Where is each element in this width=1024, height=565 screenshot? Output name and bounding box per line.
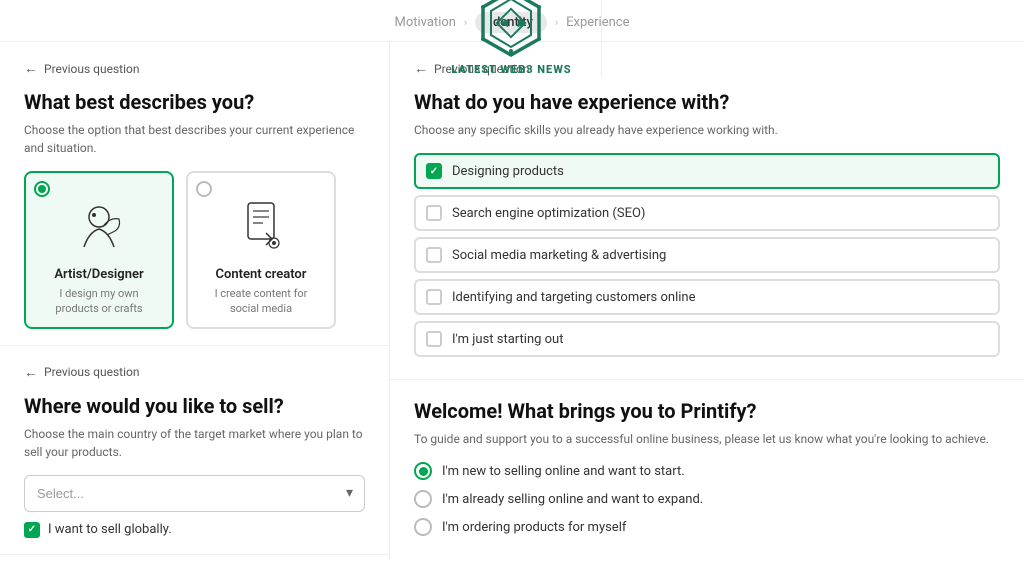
brings-option-new[interactable]: I'm new to selling online and want to st… <box>414 462 1000 480</box>
experience-checkbox-starting <box>426 331 442 347</box>
experience-label-starting: I'm just starting out <box>452 332 563 347</box>
logo-area: ◄ ► LATEST WEB3 NEWS <box>422 0 602 76</box>
brings-label-expand: I'm already selling online and want to e… <box>442 492 703 507</box>
option-card-artist[interactable]: Artist/Designer I design my own products… <box>24 171 174 329</box>
artist-desc: I design my own products or crafts <box>38 286 160 317</box>
sell-globally-checkbox[interactable] <box>24 522 40 538</box>
sell-subtitle: Choose the main country of the target ma… <box>24 425 365 461</box>
svg-text:◄: ◄ <box>497 15 511 31</box>
country-select[interactable]: Select... <box>24 475 365 512</box>
describe-options: Artist/Designer I design my own products… <box>24 171 365 329</box>
prev-question-describe-label: Previous question <box>44 62 139 76</box>
content-desc: I create content for social media <box>200 286 322 317</box>
content-title: Content creator <box>200 267 322 282</box>
radio-artist <box>34 181 50 197</box>
breadcrumb-nav: Motivation › Identity › Experience ◄ ► <box>0 0 1024 42</box>
option-card-content[interactable]: Content creator I create content for soc… <box>186 171 336 329</box>
brings-label-myself: I'm ordering products for myself <box>442 520 626 535</box>
radio-content <box>196 181 212 197</box>
sell-section: ← Previous question Where would you like… <box>0 346 389 555</box>
experience-label-designing: Designing products <box>452 164 564 179</box>
brings-radio-new <box>414 462 432 480</box>
describe-section: ← Previous question What best describes … <box>0 42 389 346</box>
brings-section: Welcome! What brings you to Printify? To… <box>390 380 1024 559</box>
brings-radio-myself <box>414 518 432 536</box>
brings-subtitle: To guide and support you to a successful… <box>414 430 1000 448</box>
content-icon <box>229 195 293 259</box>
brings-title: Welcome! What brings you to Printify? <box>414 398 1000 424</box>
experience-label-social: Social media marketing & advertising <box>452 248 666 263</box>
prev-question-sell-label: Previous question <box>44 365 139 379</box>
brings-label-new: I'm new to selling online and want to st… <box>442 464 685 479</box>
prev-question-describe[interactable]: ← Previous question <box>24 60 365 77</box>
logo-text: LATEST WEB3 NEWS <box>451 63 571 76</box>
left-panel: ← Previous question What best describes … <box>0 42 390 559</box>
experience-checkbox-social <box>426 247 442 263</box>
experience-checkbox-targeting <box>426 289 442 305</box>
experience-checkbox-designing <box>426 163 442 179</box>
left-btn-row: Next <box>0 555 389 559</box>
sell-title: Where would you like to sell? <box>24 393 365 419</box>
back-arrow-sell: ← <box>24 364 38 381</box>
experience-checkbox-seo <box>426 205 442 221</box>
main-layout: ← Previous question What best describes … <box>0 42 1024 559</box>
sell-globally-label: I want to sell globally. <box>48 522 172 537</box>
back-arrow-describe: ← <box>24 60 38 77</box>
experience-option-starting[interactable]: I'm just starting out <box>414 321 1000 357</box>
experience-section: ← Previous question What do you have exp… <box>390 42 1024 380</box>
brings-option-expand[interactable]: I'm already selling online and want to e… <box>414 490 1000 508</box>
artist-icon <box>67 195 131 259</box>
brings-option-myself[interactable]: I'm ordering products for myself <box>414 518 1000 536</box>
experience-option-designing[interactable]: Designing products <box>414 153 1000 189</box>
sell-globally-row[interactable]: I want to sell globally. <box>24 522 365 538</box>
right-panel: ← Previous question What do you have exp… <box>390 42 1024 559</box>
experience-option-targeting[interactable]: Identifying and targeting customers onli… <box>414 279 1000 315</box>
logo-icon: ◄ ► <box>475 0 547 59</box>
describe-title: What best describes you? <box>24 89 365 115</box>
experience-label-targeting: Identifying and targeting customers onli… <box>452 290 695 305</box>
country-dropdown-wrapper: Select... ▾ <box>24 475 365 512</box>
experience-label-seo: Search engine optimization (SEO) <box>452 206 645 221</box>
prev-question-sell[interactable]: ← Previous question <box>24 364 365 381</box>
experience-option-social[interactable]: Social media marketing & advertising <box>414 237 1000 273</box>
experience-title: What do you have experience with? <box>414 89 1000 115</box>
experience-subtitle: Choose any specific skills you already h… <box>414 121 1000 139</box>
experience-option-seo[interactable]: Search engine optimization (SEO) <box>414 195 1000 231</box>
svg-text:►: ► <box>515 15 529 31</box>
describe-subtitle: Choose the option that best describes yo… <box>24 121 365 157</box>
artist-title: Artist/Designer <box>38 267 160 282</box>
brings-radio-expand <box>414 490 432 508</box>
